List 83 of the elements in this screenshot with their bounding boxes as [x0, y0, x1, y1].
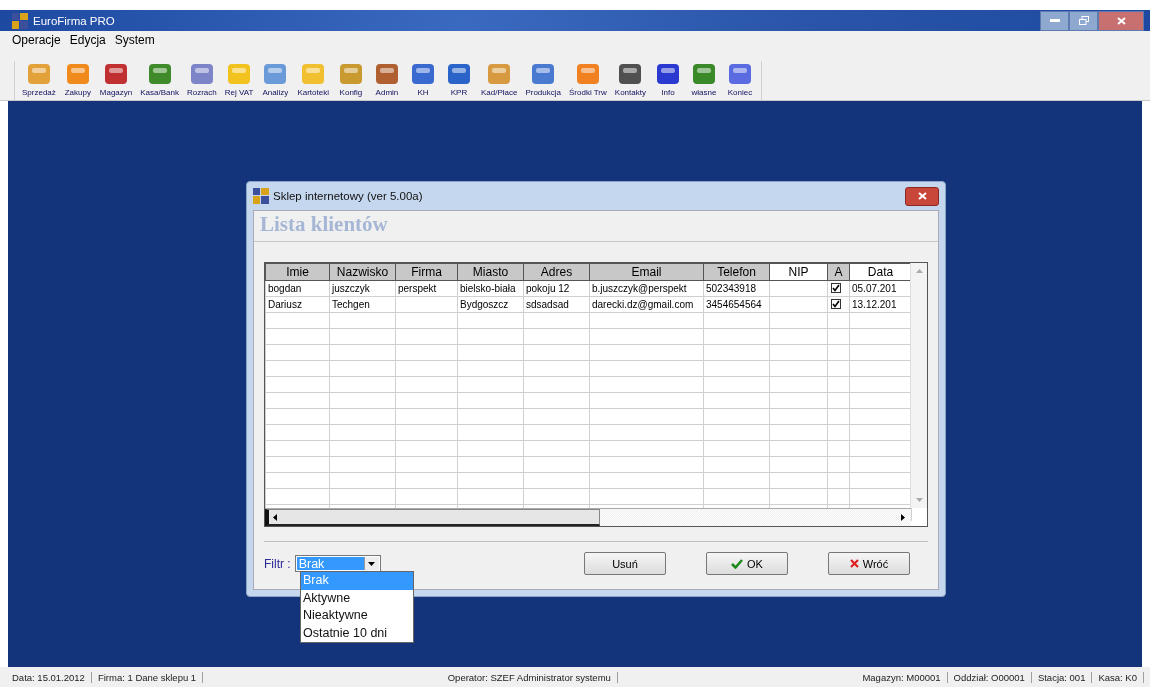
table-cell: Dariusz	[265, 296, 330, 313]
restore-icon	[1078, 16, 1089, 25]
toolbar-button[interactable]: KH	[405, 61, 440, 97]
toolbar-button[interactable]: Kartoteki	[294, 61, 332, 97]
dropdown-option[interactable]: Ostatnie 10 dni	[301, 624, 413, 642]
menu-item[interactable]: Edycja	[69, 33, 106, 47]
minimize-button[interactable]	[1040, 10, 1069, 31]
column-header[interactable]: Email	[589, 263, 704, 281]
table-cell: bielsko-biała	[457, 280, 524, 297]
toolbar-button[interactable]: Rej VAT	[221, 61, 257, 97]
column-header[interactable]: Firma	[395, 263, 458, 281]
table-cell: sdsadsad	[523, 296, 590, 313]
minimize-icon	[1049, 19, 1060, 22]
checkbox[interactable]	[831, 298, 841, 309]
column-header[interactable]: Adres	[523, 263, 590, 281]
status-text: Oddział: O00001	[947, 671, 1032, 683]
dropdown-option[interactable]: Aktywne	[301, 589, 413, 607]
close-icon	[1116, 16, 1126, 25]
toolbar-button[interactable]: Produkcja	[522, 61, 564, 97]
toolbar-button[interactable]: Admin	[369, 61, 404, 97]
close-button[interactable]	[905, 186, 939, 206]
toolbar-button[interactable]: Konfig	[333, 61, 368, 97]
table-cell: 3454654564	[703, 296, 770, 313]
status-text: Kasa: K0	[1092, 671, 1144, 683]
menu-item[interactable]: Operacje	[12, 33, 61, 47]
toolbar-button[interactable]: KPR	[441, 61, 476, 97]
window-title: EuroFirma PRO	[33, 14, 115, 27]
status-text: Stacja: 001	[1031, 671, 1093, 683]
toolbar-button[interactable]: Sprzedaż	[19, 61, 59, 97]
dropdown-option[interactable]: Nieaktywne	[301, 607, 413, 625]
toolbar-button[interactable]: Kad/Płace	[477, 61, 521, 97]
column-header[interactable]: Miasto	[457, 263, 524, 281]
table-cell: darecki.dz@gmail.com	[589, 296, 704, 313]
toolbar-button[interactable]: Zakupy	[60, 61, 95, 97]
horizontal-scrollbar[interactable]	[265, 508, 911, 526]
close-icon	[917, 192, 927, 200]
toolbar-button[interactable]: Rozrach	[183, 61, 220, 97]
toolbar-button[interactable]: Info	[650, 61, 685, 97]
status-text: Operator: SZEF Administrator systemu	[441, 671, 618, 683]
column-header[interactable]: Telefon	[703, 263, 770, 281]
up-arrow-icon	[915, 269, 923, 273]
toolbar-button[interactable]: Środki Trw	[566, 61, 610, 97]
status-text: Firma: 1 Dane sklepu 1	[91, 671, 204, 683]
column-header[interactable]: Imie	[265, 263, 330, 281]
toolbar-button[interactable]: Kasa/Bank	[137, 61, 182, 97]
down-arrow-icon	[915, 498, 923, 502]
menu-item[interactable]: System	[114, 33, 155, 47]
checkbox[interactable]	[831, 282, 841, 293]
table-cell: juszczyk	[329, 280, 396, 297]
delete-button[interactable]: Usuń	[584, 552, 666, 575]
dialog-heading: Lista klientów	[254, 211, 938, 242]
caret-icon	[368, 561, 376, 566]
ok-button[interactable]: OK	[706, 552, 788, 575]
close-button[interactable]	[1098, 10, 1144, 31]
table-cell: Techgen	[329, 296, 396, 313]
app-logo-icon	[12, 12, 28, 29]
cross-icon	[849, 559, 859, 568]
toolbar-button[interactable]: Koniec	[722, 61, 757, 97]
column-header[interactable]: Nazwisko	[329, 263, 396, 281]
vertical-scrollbar[interactable]	[910, 263, 927, 508]
dialog-title: Sklep internetowy (ver 5.00a)	[273, 190, 423, 202]
toolbar-button[interactable]: Kontakty	[611, 61, 649, 97]
toolbar-button[interactable]: Analizy	[258, 61, 293, 97]
table-cell: Bydgoszcz	[457, 296, 524, 313]
table-cell: bogdan	[265, 280, 330, 297]
table-cell: b.juszczyk@perspekt	[589, 280, 704, 297]
toolbar-button[interactable]: własne	[686, 61, 721, 97]
toolbar-button[interactable]: Magazyn	[96, 61, 136, 97]
table-cell: perspekt	[395, 280, 458, 297]
column-header[interactable]: NIP	[769, 263, 828, 281]
left-arrow-icon	[273, 513, 277, 521]
status-text: Data: 15.01.2012	[6, 671, 92, 683]
table-cell: 502343918	[703, 280, 770, 297]
check-icon	[731, 558, 744, 569]
status-text: Magazyn: M00001	[856, 671, 948, 683]
filter-label: Filtr :	[264, 556, 291, 571]
column-header[interactable]: Data	[849, 263, 912, 281]
right-arrow-icon	[901, 513, 905, 521]
app-logo-icon	[253, 188, 269, 204]
restore-button[interactable]	[1069, 10, 1098, 31]
back-button[interactable]: Wróć	[828, 552, 910, 575]
table-cell: pokoju 12	[523, 280, 590, 297]
column-header[interactable]: A	[827, 263, 850, 281]
